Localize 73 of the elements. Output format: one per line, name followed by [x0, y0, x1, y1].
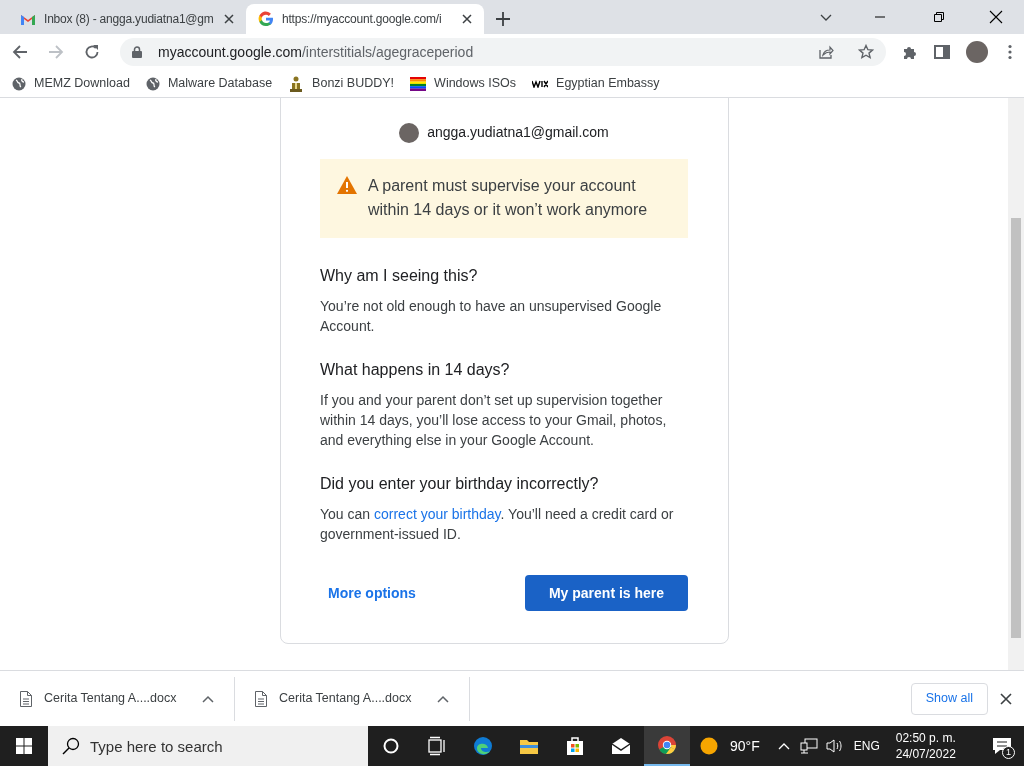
rainbow-flag-icon [410, 76, 427, 91]
new-tab-icon[interactable] [496, 12, 510, 26]
bookmark[interactable]: Bonzi BUDDY! [288, 74, 395, 93]
circle-icon [381, 736, 401, 756]
task-view-icon [427, 736, 447, 756]
figure-icon [288, 75, 305, 92]
bookmark[interactable]: Windows ISOs [410, 74, 517, 93]
clock-date[interactable]: 24/07/2022 [895, 746, 956, 762]
more-options-button[interactable]: More options [320, 575, 424, 611]
section-heading: Why am I seeing this? [320, 266, 479, 286]
close-icon[interactable] [224, 14, 234, 24]
download-item[interactable]: Cerita Tentang A....docx [235, 676, 470, 721]
edge-browser-icon [473, 736, 493, 756]
document-icon [20, 690, 32, 707]
share-icon[interactable] [818, 44, 834, 60]
search-icon [62, 737, 80, 755]
close-icon[interactable] [462, 14, 472, 24]
scrollbar[interactable] [1008, 98, 1024, 670]
document-icon [255, 690, 267, 707]
section-text: You’re not old enough to have an unsupervised Google Account. [320, 297, 663, 336]
profile-avatar[interactable] [966, 41, 988, 63]
star-icon[interactable] [858, 44, 874, 60]
chevron-up-icon[interactable] [777, 742, 790, 750]
tab-title: https://myaccount.google.com/i [282, 11, 443, 28]
notification-count: 1 [1002, 746, 1015, 759]
bookmark[interactable]: Egyptian Embassy [532, 74, 660, 93]
browser-tab[interactable]: Inbox (8) - angga.yudiatna1@gm [8, 4, 246, 34]
account-avatar [399, 122, 420, 143]
bookmark[interactable]: Malware Database [145, 74, 273, 93]
chevron-up-icon [437, 694, 449, 703]
back-arrow-icon[interactable] [12, 44, 28, 60]
shopping-bag-icon [565, 736, 585, 756]
google-icon [258, 11, 274, 27]
restore-icon[interactable] [933, 11, 945, 23]
tab-title: Inbox (8) - angga.yudiatna1@gm [44, 11, 215, 28]
lock-icon [132, 46, 142, 58]
show-all-button[interactable]: Show all [910, 682, 988, 715]
taskbar-search-field[interactable]: Type here to search [48, 726, 368, 766]
primary-button[interactable]: My parent is here [525, 575, 688, 611]
address-bar[interactable]: myaccount.google.com/interstitials/agegraceperiod [120, 38, 886, 66]
section-heading: What happens in 14 days? [320, 360, 511, 380]
sun-icon [700, 737, 718, 755]
globe-icon [12, 76, 26, 91]
envelope-icon [611, 736, 631, 756]
language-indicator[interactable]: ENG [853, 737, 880, 755]
section-heading: Did you enter your birthday incorrectly? [320, 474, 600, 494]
taskbar-app[interactable] [644, 726, 690, 766]
close-icon[interactable] [989, 10, 1003, 24]
clock-time[interactable]: 02:50 p. m. [895, 730, 956, 746]
url-text: myaccount.google.com/interstitials/agegraceperiod [158, 42, 474, 62]
network-icon[interactable] [799, 738, 818, 754]
speaker-icon[interactable] [825, 738, 844, 754]
chrome-browser-icon [657, 735, 677, 755]
browser-tab[interactable]: https://myaccount.google.com/i [246, 4, 484, 34]
section-text: You can correct your birthday. You’ll need a credit card or government-issued ID. [320, 505, 675, 544]
chevron-up-icon [202, 694, 214, 703]
weather-widget[interactable]: 90°F [700, 735, 760, 757]
puzzle-piece-icon[interactable] [902, 44, 918, 60]
warning-icon [336, 175, 358, 195]
download-item[interactable]: Cerita Tentang A....docx [0, 676, 235, 721]
side-panel-icon[interactable] [934, 44, 950, 60]
account-email: angga.yudiatna1@gmail.com [427, 123, 609, 142]
bookmark[interactable]: MEMZ Download [12, 74, 130, 93]
birthday-link[interactable]: correct your birthday [374, 506, 501, 522]
more-menu-icon[interactable] [1008, 44, 1012, 60]
close-icon[interactable] [1000, 692, 1012, 705]
globe-icon [145, 76, 160, 91]
warning-text: A parent must supervise your account within 14 days or it won’t work anymore [368, 176, 649, 220]
gmail-icon [20, 13, 36, 25]
windows-logo-icon[interactable] [16, 738, 32, 754]
wix-logo-icon [532, 79, 549, 88]
section-text: If you and your parent don’t set up supervision together within 14 days, you’ll lose access to your Gmail, photos, and everything else in your Google Account. [320, 391, 668, 450]
reload-icon[interactable] [84, 44, 100, 60]
